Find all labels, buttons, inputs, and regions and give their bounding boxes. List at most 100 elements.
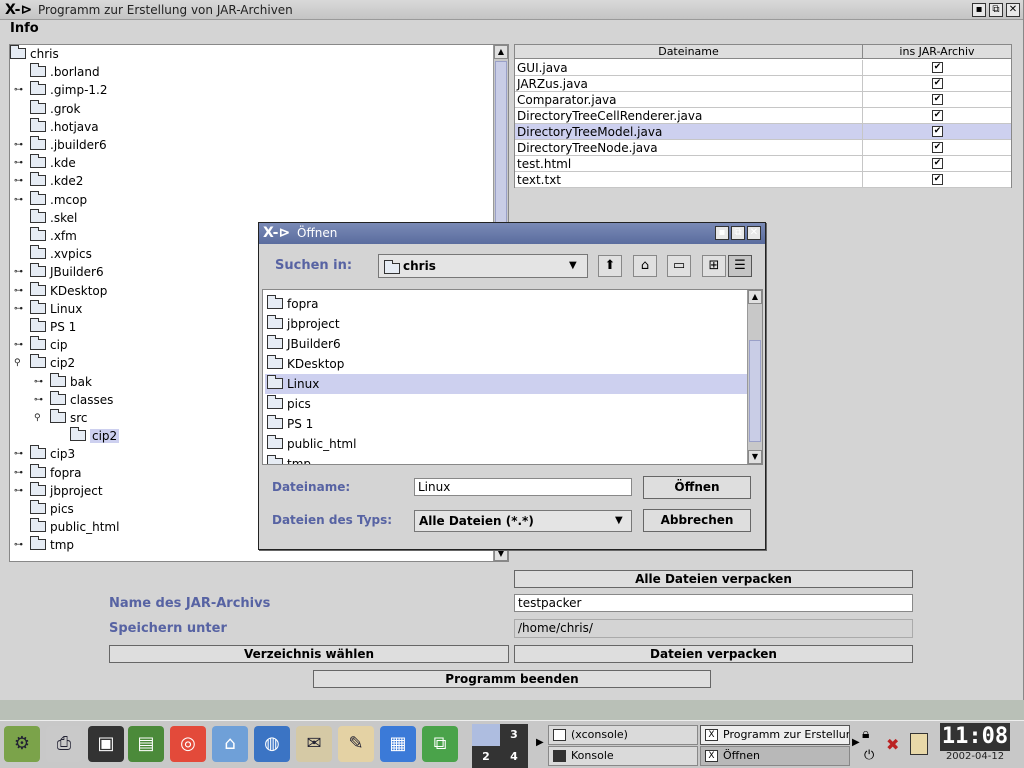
table-row[interactable]: DirectoryTreeNode.java ✔ bbox=[515, 140, 1011, 156]
table-row[interactable]: DirectoryTreeModel.java ✔ bbox=[515, 124, 1011, 140]
tree-node[interactable]: ⊶ KDesktop bbox=[14, 281, 107, 300]
list-view-icon[interactable]: ⊞ bbox=[702, 255, 726, 277]
dialog-list-item[interactable]: KDesktop bbox=[265, 354, 747, 374]
expand-handle-icon[interactable]: ⊶ bbox=[14, 445, 23, 463]
include-checkbox[interactable]: ✔ bbox=[932, 78, 943, 89]
expand-handle-icon[interactable]: ⊶ bbox=[14, 154, 23, 172]
task-jar-program[interactable]: X Programm zur Erstellung v bbox=[700, 725, 850, 745]
desktop-4-button[interactable]: 4 bbox=[500, 746, 528, 768]
expand-handle-icon[interactable]: ⊶ bbox=[14, 282, 23, 300]
menu-info[interactable]: Info bbox=[10, 21, 39, 36]
expand-handle-icon[interactable]: ⚲ bbox=[34, 409, 41, 427]
table-row[interactable]: Comparator.java ✔ bbox=[515, 92, 1011, 108]
tree-node[interactable]: .skel bbox=[30, 208, 77, 227]
quit-button[interactable]: Programm beenden bbox=[313, 670, 711, 688]
expand-handle-icon[interactable]: ⊶ bbox=[14, 172, 23, 190]
editor-icon[interactable]: ✎ bbox=[338, 726, 374, 762]
file-table[interactable]: Dateiname ins JAR-Archiv GUI.java ✔ JARZus… bbox=[514, 44, 1012, 188]
filename-input[interactable]: Linux bbox=[414, 478, 632, 496]
table-row[interactable]: test.html ✔ bbox=[515, 156, 1011, 172]
dialog-list-item[interactable]: PS 1 bbox=[265, 414, 747, 434]
include-checkbox[interactable]: ✔ bbox=[932, 126, 943, 137]
tree-node[interactable]: cip2 bbox=[70, 427, 120, 445]
tree-node[interactable]: chris bbox=[10, 45, 59, 63]
dialog-list-item[interactable]: pics bbox=[265, 394, 747, 414]
tree-node[interactable]: .xvpics bbox=[30, 245, 92, 263]
expand-handle-icon[interactable]: ⊶ bbox=[14, 136, 23, 154]
mail-icon[interactable]: ✉ bbox=[296, 726, 332, 762]
lock-icon[interactable]: 🔒︎ bbox=[862, 726, 869, 742]
browser-icon[interactable]: ◍ bbox=[254, 726, 290, 762]
table-row[interactable]: text.txt ✔ bbox=[515, 172, 1011, 188]
cancel-button[interactable]: Abbrechen bbox=[643, 509, 751, 532]
pack-files-button[interactable]: Dateien verpacken bbox=[514, 645, 913, 663]
desktop-1-button[interactable] bbox=[472, 724, 500, 746]
dialog-maximize-button[interactable]: ⧉ bbox=[731, 226, 745, 240]
dialog-list-item[interactable]: Linux bbox=[265, 374, 747, 394]
tree-node[interactable]: ⚲ src bbox=[34, 409, 88, 427]
desktop-2-button[interactable]: 2 bbox=[472, 746, 500, 768]
include-checkbox[interactable]: ✔ bbox=[932, 158, 943, 169]
choose-directory-button[interactable]: Verzeichnis wählen bbox=[109, 645, 509, 663]
expand-handle-icon[interactable]: ⊶ bbox=[34, 391, 43, 409]
tree-node[interactable]: .grok bbox=[30, 99, 80, 118]
tree-node[interactable]: pics bbox=[30, 500, 74, 518]
expand-handle-icon[interactable]: ⊶ bbox=[14, 536, 23, 554]
tree-node[interactable]: public_html bbox=[30, 518, 119, 536]
scroll-down-icon[interactable]: ▼ bbox=[748, 450, 762, 464]
dialog-minimize-button[interactable]: ▪ bbox=[715, 226, 729, 240]
include-checkbox[interactable]: ✔ bbox=[932, 94, 943, 105]
expand-handle-icon[interactable]: ⊶ bbox=[14, 464, 23, 482]
main-titlebar[interactable]: X-⊳ Programm zur Erstellung von JAR-Arch… bbox=[0, 0, 1023, 20]
pack-all-button[interactable]: Alle Dateien verpacken bbox=[514, 570, 913, 588]
arrow-right-icon[interactable]: ▶ bbox=[852, 737, 860, 748]
chart-app-icon[interactable]: ⧉ bbox=[422, 726, 458, 762]
expand-handle-icon[interactable]: ⊶ bbox=[34, 373, 43, 391]
dialog-titlebar[interactable]: X-⊳ Öffnen ▪ ⧉ ✕ bbox=[259, 223, 765, 244]
dialog-scrollbar[interactable]: ▲ ▼ bbox=[747, 290, 762, 464]
task-xconsole[interactable]: (xconsole) bbox=[548, 725, 698, 745]
help-icon[interactable]: ◎ bbox=[170, 726, 206, 762]
printer-icon[interactable]: ⎙ bbox=[46, 726, 82, 762]
power-icon[interactable]: ⏻ bbox=[864, 748, 874, 763]
tree-node[interactable]: ⊶ .kde2 bbox=[14, 172, 83, 190]
tree-node[interactable]: ⊶ .gimp-1.2 bbox=[14, 81, 108, 99]
tree-node[interactable]: ⊶ fopra bbox=[14, 463, 81, 482]
scroll-up-icon[interactable]: ▲ bbox=[494, 45, 508, 59]
tree-node[interactable]: ⊶ tmp bbox=[14, 536, 74, 554]
filetype-combo[interactable]: Alle Dateien (*.*) ▼ bbox=[414, 510, 632, 532]
tree-node[interactable]: ⊶ cip3 bbox=[14, 445, 75, 463]
include-checkbox[interactable]: ✔ bbox=[932, 174, 943, 185]
tree-node[interactable]: .borland bbox=[30, 63, 100, 81]
scroll-up-icon[interactable]: ▲ bbox=[748, 290, 762, 304]
expand-handle-icon[interactable]: ⊶ bbox=[14, 336, 23, 354]
spreadsheet-icon[interactable]: ▤ bbox=[128, 726, 164, 762]
look-in-combo[interactable]: chris ▼ bbox=[378, 254, 588, 278]
new-folder-icon[interactable]: ▭ bbox=[667, 255, 691, 277]
expand-handle-icon[interactable]: ⊶ bbox=[14, 300, 23, 318]
expand-handle-icon[interactable]: ⊶ bbox=[14, 191, 23, 209]
dialog-list-item[interactable]: jbproject bbox=[265, 314, 747, 334]
clipboard-icon[interactable] bbox=[910, 733, 928, 755]
tree-node[interactable]: ⊶ cip bbox=[14, 336, 68, 354]
tree-node[interactable]: ⊶ classes bbox=[34, 390, 113, 409]
tree-node[interactable]: ⊶ JBuilder6 bbox=[14, 263, 104, 281]
expand-handle-icon[interactable]: ⊶ bbox=[14, 482, 23, 500]
tree-node[interactable]: ⊶ .jbuilder6 bbox=[14, 136, 107, 154]
terminal-icon[interactable]: ▣ bbox=[88, 726, 124, 762]
tree-node[interactable]: ⊶ Linux bbox=[14, 299, 82, 318]
include-checkbox[interactable]: ✔ bbox=[932, 142, 943, 153]
dialog-list-item[interactable]: fopra bbox=[265, 294, 747, 314]
tree-node[interactable]: ⚲ cip2 bbox=[14, 354, 75, 372]
minimize-button[interactable]: ▪ bbox=[972, 3, 986, 17]
calendar-icon[interactable]: ▦ bbox=[380, 726, 416, 762]
tree-node[interactable]: .xfm bbox=[30, 227, 77, 245]
home-folder-icon[interactable]: ⌂ bbox=[212, 726, 248, 762]
up-folder-icon[interactable]: ⬆ bbox=[598, 255, 622, 277]
dialog-close-button[interactable]: ✕ bbox=[747, 226, 761, 240]
maximize-button[interactable]: ⧉ bbox=[989, 3, 1003, 17]
tree-node[interactable]: .hotjava bbox=[30, 117, 99, 136]
dialog-file-list[interactable]: fopra jbproject JBuilder6 KDesktop Linux pics… bbox=[262, 289, 763, 465]
desktop-3-button[interactable]: 3 bbox=[500, 724, 528, 746]
tree-node[interactable]: PS 1 bbox=[30, 318, 76, 336]
